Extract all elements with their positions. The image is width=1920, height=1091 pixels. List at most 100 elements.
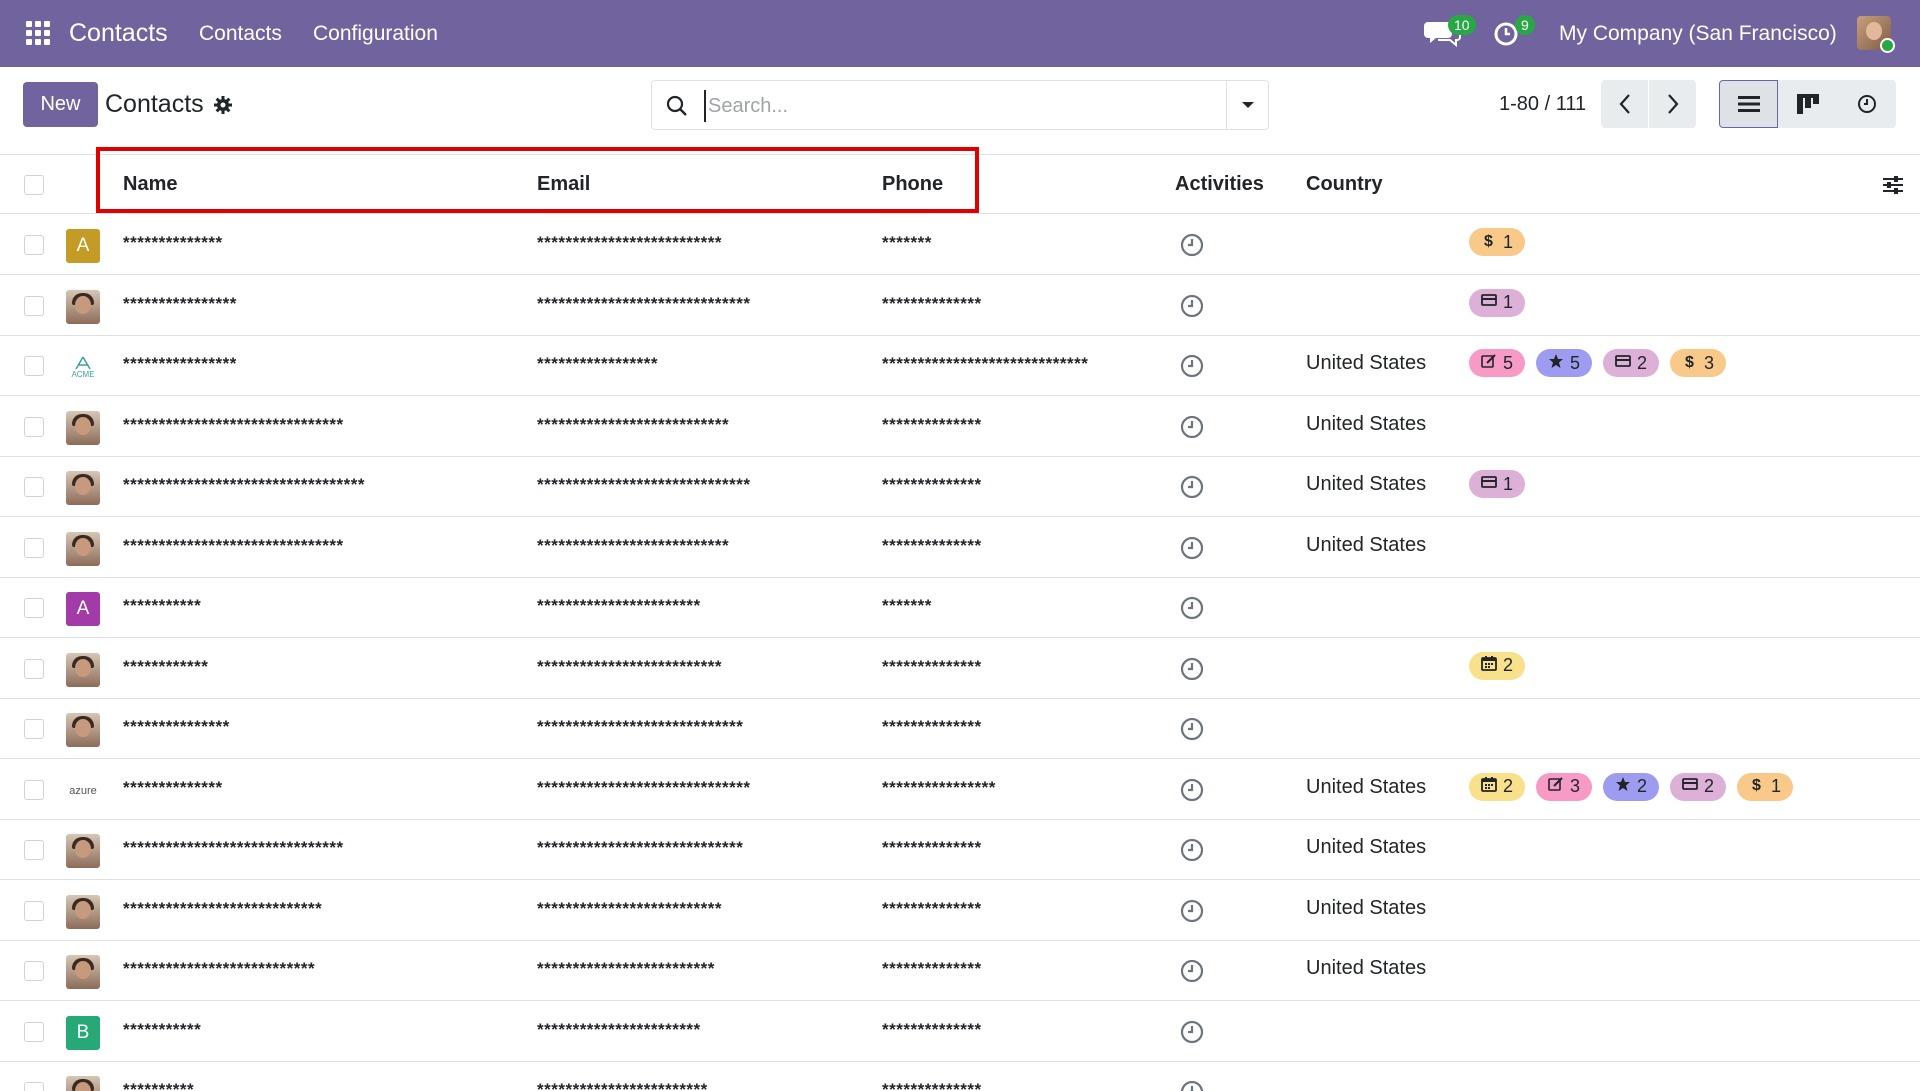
- contact-name[interactable]: ***********: [123, 596, 201, 616]
- contact-email[interactable]: **************************: [537, 233, 722, 253]
- contact-email[interactable]: *****************************: [537, 717, 743, 737]
- pager-value[interactable]: 1-80 / 111: [1499, 93, 1586, 116]
- search-options-toggle[interactable]: [1226, 81, 1269, 129]
- table-row[interactable]: ********** ************************ ****…: [0, 1062, 1920, 1091]
- row-checkbox[interactable]: [24, 235, 44, 255]
- table-row[interactable]: ********************************** *****…: [0, 457, 1920, 517]
- contact-email[interactable]: ***********************: [537, 596, 701, 616]
- row-checkbox[interactable]: [24, 477, 44, 497]
- row-checkbox[interactable]: [24, 416, 44, 437]
- contact-email[interactable]: *****************************: [537, 838, 743, 858]
- row-checkbox[interactable]: [24, 719, 44, 739]
- activity-clock-icon[interactable]: [1180, 1020, 1204, 1044]
- contact-country[interactable]: United States: [1306, 836, 1426, 859]
- gear-icon[interactable]: [213, 95, 233, 115]
- contact-email[interactable]: ***************************: [537, 415, 729, 435]
- activity-clock-icon[interactable]: [1180, 596, 1204, 620]
- contact-name[interactable]: **************: [123, 778, 223, 798]
- contact-name[interactable]: **********************************: [123, 475, 365, 495]
- contact-name[interactable]: ****************: [123, 294, 237, 314]
- category-tag-cal[interactable]: 2: [1469, 651, 1526, 680]
- menu-configuration[interactable]: Configuration: [313, 22, 438, 46]
- apps-menu-icon[interactable]: [26, 21, 50, 45]
- category-tag-dollar[interactable]: $ 3: [1670, 349, 1727, 377]
- contact-phone[interactable]: ****************: [882, 778, 996, 798]
- contact-phone[interactable]: **************: [882, 717, 982, 737]
- contact-email[interactable]: ******************************: [537, 475, 750, 495]
- category-tag-star[interactable]: 5: [1536, 349, 1593, 377]
- contact-name[interactable]: **************: [123, 233, 223, 253]
- contact-email[interactable]: ************************: [537, 1080, 708, 1091]
- row-checkbox[interactable]: [24, 356, 44, 376]
- activity-clock-icon[interactable]: [1180, 1080, 1204, 1091]
- app-title[interactable]: Contacts: [69, 19, 168, 48]
- contact-name[interactable]: ***************: [123, 717, 230, 737]
- company-switcher[interactable]: My Company (San Francisco): [1559, 22, 1837, 46]
- row-checkbox[interactable]: [24, 295, 44, 316]
- contact-name[interactable]: ****************: [123, 354, 237, 374]
- contact-phone[interactable]: **************: [882, 536, 982, 556]
- contact-phone[interactable]: **************: [882, 475, 982, 495]
- pager-next-button[interactable]: [1649, 80, 1696, 128]
- table-row[interactable]: *************** ************************…: [0, 699, 1920, 759]
- select-all-checkbox[interactable]: [24, 175, 44, 195]
- table-row[interactable]: **************************** ***********…: [0, 881, 1920, 941]
- pager-previous-button[interactable]: [1601, 80, 1648, 128]
- table-row[interactable]: ******************************* ********…: [0, 397, 1920, 457]
- table-row[interactable]: A *********** *********************** **…: [0, 578, 1920, 638]
- contact-name[interactable]: ****************************: [123, 899, 322, 919]
- kanban-view-button[interactable]: [1778, 80, 1837, 128]
- activity-clock-icon[interactable]: [1180, 415, 1204, 439]
- activity-clock-icon[interactable]: [1180, 475, 1204, 499]
- table-row[interactable]: ******************************* ********…: [0, 518, 1920, 578]
- contact-name[interactable]: ***********: [123, 1020, 201, 1040]
- contact-phone[interactable]: **************: [882, 415, 982, 435]
- activity-view-button[interactable]: [1837, 80, 1896, 128]
- category-tag-card[interactable]: 1: [1469, 288, 1526, 317]
- category-tag-pen[interactable]: 5: [1469, 349, 1526, 377]
- row-checkbox[interactable]: [24, 779, 44, 800]
- row-checkbox[interactable]: [24, 658, 44, 679]
- category-tag-card[interactable]: 2: [1670, 772, 1727, 801]
- table-row[interactable]: ************ ************************** …: [0, 639, 1920, 699]
- contact-name[interactable]: *******************************: [123, 838, 344, 858]
- list-view-button[interactable]: [1719, 80, 1778, 128]
- contact-phone[interactable]: *******: [882, 233, 932, 253]
- contact-phone[interactable]: *******: [882, 596, 932, 616]
- contact-email[interactable]: ***************************: [537, 536, 729, 556]
- table-row[interactable]: ******************************* ********…: [0, 820, 1920, 880]
- contact-email[interactable]: **************************: [537, 899, 722, 919]
- category-tag-card[interactable]: 2: [1603, 349, 1660, 377]
- table-row[interactable]: azure ************** *******************…: [0, 760, 1920, 820]
- contact-email[interactable]: ***********************: [537, 1020, 701, 1040]
- row-checkbox[interactable]: [24, 1021, 44, 1042]
- page-title[interactable]: Contacts: [105, 90, 204, 119]
- contact-country[interactable]: United States: [1306, 776, 1426, 799]
- contact-email[interactable]: ******************************: [537, 294, 750, 314]
- row-checkbox[interactable]: [24, 900, 44, 921]
- row-checkbox[interactable]: [24, 1082, 44, 1091]
- contact-email[interactable]: ******************************: [537, 778, 750, 798]
- table-row[interactable]: ACME **************** ***************** …: [0, 336, 1920, 396]
- activity-clock-icon[interactable]: [1180, 838, 1204, 862]
- contact-phone[interactable]: **************: [882, 294, 982, 314]
- contact-phone[interactable]: **************: [882, 1020, 982, 1040]
- contact-phone[interactable]: **************: [882, 657, 982, 677]
- contact-email[interactable]: *************************: [537, 959, 715, 979]
- contact-name[interactable]: *******************************: [123, 415, 344, 435]
- category-tag-dollar[interactable]: $ 1: [1469, 228, 1526, 256]
- row-checkbox[interactable]: [24, 537, 44, 558]
- contact-name[interactable]: **********: [123, 1080, 194, 1091]
- row-checkbox[interactable]: [24, 598, 44, 618]
- category-tag-star[interactable]: 2: [1603, 772, 1660, 801]
- contact-country[interactable]: United States: [1306, 473, 1426, 496]
- table-row[interactable]: B *********** *********************** **…: [0, 1002, 1920, 1062]
- contact-phone[interactable]: **************: [882, 959, 982, 979]
- category-tag-card[interactable]: 1: [1469, 470, 1526, 498]
- table-row[interactable]: *************************** ************…: [0, 941, 1920, 1001]
- contact-phone[interactable]: **************: [882, 899, 982, 919]
- column-header-activities[interactable]: Activities: [1175, 173, 1264, 196]
- contact-email[interactable]: *****************: [537, 354, 658, 374]
- contact-email[interactable]: **************************: [537, 657, 722, 677]
- contact-name[interactable]: *******************************: [123, 536, 344, 556]
